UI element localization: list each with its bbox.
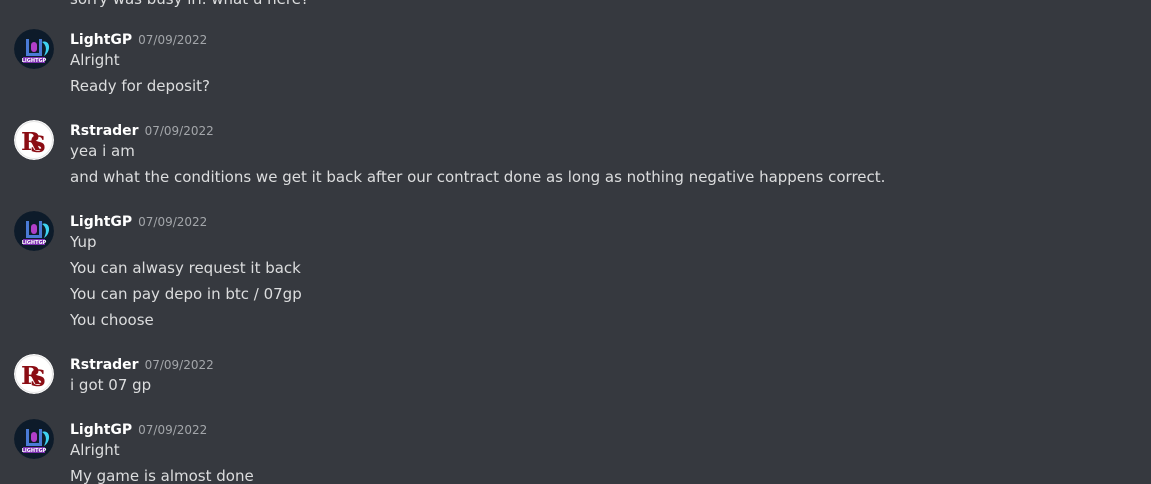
rs-logo-icon: R S [14, 354, 54, 394]
message-header: Rstrader 07/09/2022 [70, 354, 214, 374]
message-text: and what the conditions we get it back a… [70, 168, 886, 186]
message-text: You can pay depo in btc / 07gp [70, 285, 302, 303]
message-text: Yup [70, 233, 97, 251]
rstrader-avatar[interactable]: R S [14, 354, 54, 394]
message-text: yea i am [70, 142, 135, 160]
message-header: LightGP 07/09/2022 [70, 419, 207, 439]
timestamp[interactable]: 07/09/2022 [145, 358, 214, 372]
lightgp-avatar[interactable]: LIGHTGP [14, 211, 54, 251]
username[interactable]: LightGP [70, 214, 132, 230]
lightgp-avatar[interactable]: LIGHTGP [14, 29, 54, 69]
message-header: Rstrader 07/09/2022 [70, 120, 214, 140]
svg-text:S: S [30, 366, 46, 392]
svg-text:LIGHTGP: LIGHTGP [22, 448, 47, 454]
svg-text:LIGHTGP: LIGHTGP [22, 58, 47, 64]
chat-message-list[interactable]: sorry was busy irl. what u here? LIGHTGP… [0, 0, 1151, 484]
message-text: You can alwasy request it back [70, 259, 301, 277]
username[interactable]: LightGP [70, 422, 132, 438]
timestamp[interactable]: 07/09/2022 [138, 423, 207, 437]
message-text: i got 07 gp [70, 376, 152, 394]
username[interactable]: Rstrader [70, 123, 139, 139]
message-header: LightGP 07/09/2022 [70, 211, 207, 231]
lightgp-logo-icon: LIGHTGP [14, 29, 54, 69]
timestamp[interactable]: 07/09/2022 [145, 124, 214, 138]
svg-text:S: S [30, 132, 46, 158]
message-header: LightGP 07/09/2022 [70, 29, 207, 49]
timestamp[interactable]: 07/09/2022 [138, 33, 207, 47]
timestamp[interactable]: 07/09/2022 [138, 215, 207, 229]
lightgp-avatar[interactable]: LIGHTGP [14, 419, 54, 459]
username[interactable]: Rstrader [70, 357, 139, 373]
lightgp-logo-icon: LIGHTGP [14, 211, 54, 251]
message-text: You choose [70, 311, 154, 329]
partial-message-text: sorry was busy irl. what u here? [70, 0, 309, 9]
message-text: Alright [70, 51, 120, 69]
rs-logo-icon: R S [14, 120, 54, 160]
message-text: Ready for deposit? [70, 77, 211, 95]
rstrader-avatar[interactable]: R S [14, 120, 54, 160]
message-text: Alright [70, 441, 120, 459]
svg-text:LIGHTGP: LIGHTGP [22, 240, 47, 246]
lightgp-logo-icon: LIGHTGP [14, 419, 54, 459]
message-text: My game is almost done [70, 467, 254, 484]
username[interactable]: LightGP [70, 32, 132, 48]
